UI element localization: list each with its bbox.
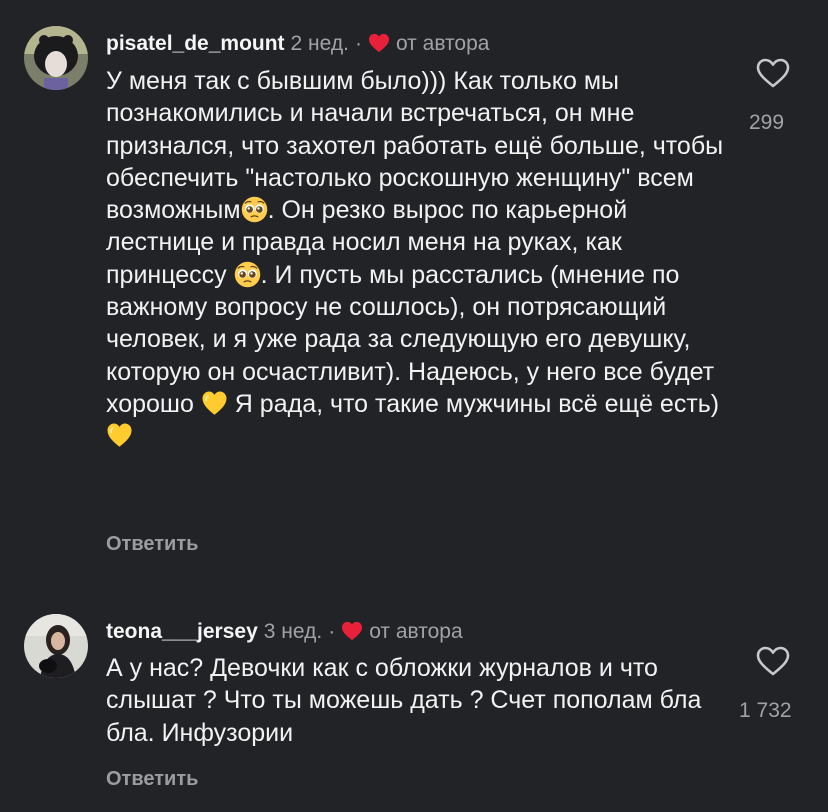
like-count: 1 732	[739, 699, 792, 722]
separator: ·	[354, 32, 362, 55]
comment-item: teona___jersey 3 нед. · от автора А у нас? …	[0, 600, 828, 812]
like-count: 299	[749, 111, 785, 134]
author-label: от автора	[395, 32, 490, 55]
avatar[interactable]	[24, 26, 88, 90]
author-liked-heart-icon	[341, 621, 363, 648]
username[interactable]: pisatel_de_mount	[106, 32, 285, 55]
timestamp: 3 нед.	[263, 620, 323, 643]
like-button[interactable]	[741, 58, 805, 88]
username[interactable]: teona___jersey	[106, 620, 258, 643]
timestamp: 2 нед.	[290, 32, 349, 55]
yellow-heart-icon	[201, 390, 228, 417]
comment-item: pisatel_de_mount 2 нед. · от автора У меня …	[0, 0, 828, 600]
comment-meta: pisatel_de_mount 2 нед. · от автора	[106, 31, 489, 60]
reply-button[interactable]: Ответить	[106, 768, 198, 791]
heart-outline-icon	[756, 58, 790, 88]
heart-outline-icon	[756, 646, 790, 676]
reply-button[interactable]: Ответить	[106, 533, 198, 556]
pleading-face-icon	[241, 196, 268, 223]
comment-meta: teona___jersey 3 нед. · от автора	[106, 619, 463, 648]
avatar[interactable]	[24, 614, 88, 678]
author-liked-heart-icon	[368, 33, 390, 60]
comment-text: А у нас? Девочки как с обложки журналов …	[106, 654, 702, 747]
pleading-face-icon	[234, 261, 261, 288]
yellow-heart-icon	[106, 422, 133, 449]
comment-text-part: Я рада, что такие мужчины всё ещё есть)	[234, 389, 720, 418]
comment-text: У меня так с бывшим было))) Как только м…	[106, 65, 726, 453]
separator: ·	[328, 620, 336, 643]
like-button[interactable]	[741, 646, 805, 676]
author-label: от автора	[369, 620, 463, 643]
